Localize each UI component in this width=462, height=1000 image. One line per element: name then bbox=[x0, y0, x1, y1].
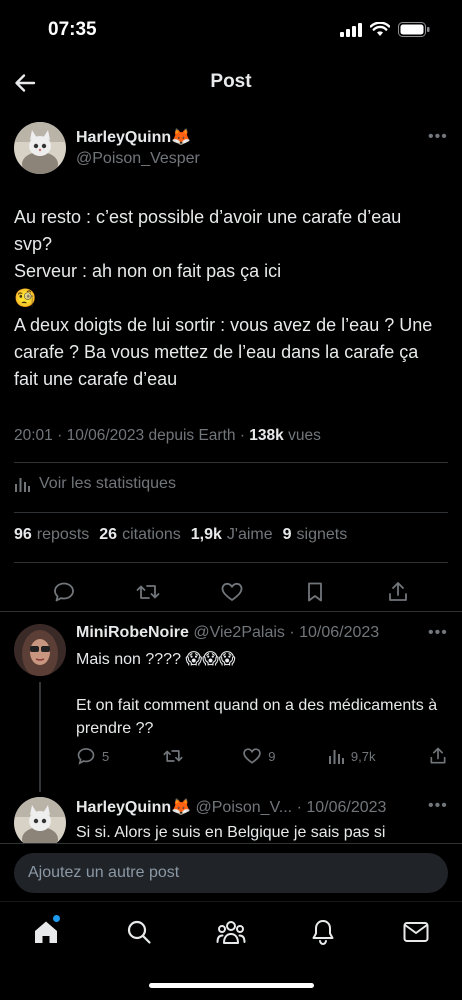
status-icons bbox=[340, 22, 430, 37]
battery-icon bbox=[398, 22, 430, 37]
post-author[interactable]: HarleyQuinn🦊 @Poison_Vesper bbox=[14, 122, 200, 174]
reply-reply-button[interactable]: 5 bbox=[76, 746, 109, 766]
home-icon bbox=[35, 921, 58, 943]
stats-icon bbox=[15, 477, 30, 492]
search-icon bbox=[127, 920, 151, 944]
thread-line bbox=[39, 682, 41, 792]
composer-placeholder: Ajoutez un autre post bbox=[28, 864, 180, 881]
nav-communities[interactable] bbox=[211, 914, 251, 950]
reply-like-count: 9 bbox=[268, 748, 276, 764]
status-bar: 07:35 bbox=[0, 0, 462, 60]
like-icon bbox=[243, 748, 261, 764]
repost-icon bbox=[163, 750, 183, 762]
messages-icon bbox=[403, 922, 429, 942]
share-icon[interactable] bbox=[386, 580, 410, 604]
quotes-count-link[interactable]: 26 citations bbox=[99, 526, 181, 544]
divider bbox=[14, 462, 448, 463]
reply-repost-button[interactable] bbox=[162, 746, 190, 766]
reply-views-count: 9,7k bbox=[350, 748, 376, 764]
post-views-count: 138k bbox=[249, 427, 284, 444]
home-indicator bbox=[149, 983, 314, 988]
post-text: Au resto : c’est possible d’avoir une ca… bbox=[14, 207, 433, 389]
top-header: Post bbox=[0, 60, 462, 106]
view-statistics-label: Voir les statistiques bbox=[39, 475, 176, 492]
more-icon[interactable]: ••• bbox=[428, 624, 448, 642]
reply-handle[interactable]: @Vie2Palais bbox=[193, 624, 285, 641]
post-date: 10/06/2023 bbox=[66, 427, 145, 444]
reply-icon bbox=[77, 748, 95, 765]
page-title: Post bbox=[210, 71, 252, 92]
author-display-name[interactable]: HarleyQuinn🦊 bbox=[76, 127, 200, 147]
avatar-image bbox=[14, 624, 66, 676]
reply-text: Mais non ???? 😱😱😱 Et on fait comment qua… bbox=[76, 651, 438, 737]
reply-date: 10/06/2023 bbox=[299, 624, 380, 641]
post-source: depuis Earth bbox=[148, 427, 236, 444]
communities-icon bbox=[216, 921, 246, 944]
author-handle[interactable]: @Poison_Vesper bbox=[76, 150, 200, 168]
engagement-counts: 96 reposts 26 citations 1,9k J'aime 9 signet… bbox=[14, 526, 347, 544]
reply-text: Si si. Alors je suis en Belgique je sais… bbox=[76, 824, 386, 841]
notifications-icon bbox=[312, 920, 334, 946]
divider bbox=[14, 512, 448, 513]
reply-handle[interactable]: @Poison_V... bbox=[196, 799, 293, 816]
nav-messages[interactable] bbox=[396, 914, 436, 950]
reply-composer-input[interactable]: Ajoutez un autre post bbox=[14, 853, 448, 893]
reply-display-name[interactable]: MiniRobeNoire bbox=[76, 624, 189, 641]
reply-share-button[interactable] bbox=[428, 746, 448, 766]
nav-search[interactable] bbox=[119, 914, 159, 950]
avatar-image bbox=[14, 122, 66, 174]
cellular-signal-icon bbox=[340, 22, 362, 37]
reposts-count-link[interactable]: 96 reposts bbox=[14, 526, 89, 544]
repost-icon[interactable] bbox=[135, 580, 161, 604]
reply-views-button[interactable]: 9,7k bbox=[328, 748, 376, 765]
avatar-image bbox=[14, 797, 66, 845]
divider bbox=[14, 562, 448, 563]
likes-count-link[interactable]: 1,9k J'aime bbox=[191, 526, 273, 544]
reply-actions: 5 9 9,7k bbox=[76, 746, 448, 766]
quotes-count: 26 bbox=[99, 526, 118, 543]
reply-header: MiniRobeNoire @Vie2Palais · 10/06/2023 bbox=[76, 624, 380, 641]
nav-home[interactable] bbox=[26, 914, 66, 950]
bookmarks-label: signets bbox=[296, 526, 348, 543]
reply-composer-bar: Ajoutez un autre post bbox=[0, 843, 462, 901]
reply-reply-count: 5 bbox=[102, 748, 110, 764]
reply-item[interactable]: HarleyQuinn🦊 @Poison_V... · 10/06/2023 •… bbox=[0, 785, 462, 845]
reply-item[interactable]: MiniRobeNoire @Vie2Palais · 10/06/2023 •… bbox=[0, 612, 462, 797]
nav-notifications[interactable] bbox=[303, 914, 343, 950]
view-statistics-link[interactable]: Voir les statistiques bbox=[14, 475, 176, 493]
bookmarks-count: 9 bbox=[282, 526, 292, 543]
reply-like-button[interactable]: 9 bbox=[242, 746, 275, 766]
reposts-label: reposts bbox=[36, 526, 90, 543]
avatar[interactable] bbox=[14, 797, 66, 845]
status-time: 07:35 bbox=[48, 19, 97, 40]
avatar[interactable] bbox=[14, 122, 66, 174]
like-icon[interactable] bbox=[220, 580, 244, 604]
more-icon[interactable]: ••• bbox=[428, 797, 448, 815]
more-icon[interactable]: ••• bbox=[428, 128, 448, 146]
post-meta: 20:01 · 10/06/2023 depuis Earth · 138k v… bbox=[14, 427, 321, 444]
reply-display-name[interactable]: HarleyQuinn🦊 bbox=[76, 799, 191, 816]
post-views-label: vues bbox=[288, 427, 321, 444]
reply-icon[interactable] bbox=[52, 580, 76, 604]
quotes-label: citations bbox=[122, 526, 181, 543]
wifi-icon bbox=[370, 22, 390, 36]
likes-label: J'aime bbox=[226, 526, 273, 543]
bookmarks-count-link[interactable]: 9 signets bbox=[283, 526, 348, 544]
post-time: 20:01 bbox=[14, 427, 53, 444]
reply-header: HarleyQuinn🦊 @Poison_V... · 10/06/2023 bbox=[76, 799, 387, 816]
avatar[interactable] bbox=[14, 624, 66, 676]
stats-icon bbox=[328, 749, 344, 764]
bookmark-icon[interactable] bbox=[303, 580, 327, 604]
share-icon bbox=[430, 747, 446, 764]
post-actions bbox=[0, 572, 462, 612]
reply-date: 10/06/2023 bbox=[306, 799, 387, 816]
likes-count: 1,9k bbox=[190, 526, 222, 543]
reposts-count: 96 bbox=[14, 526, 32, 543]
